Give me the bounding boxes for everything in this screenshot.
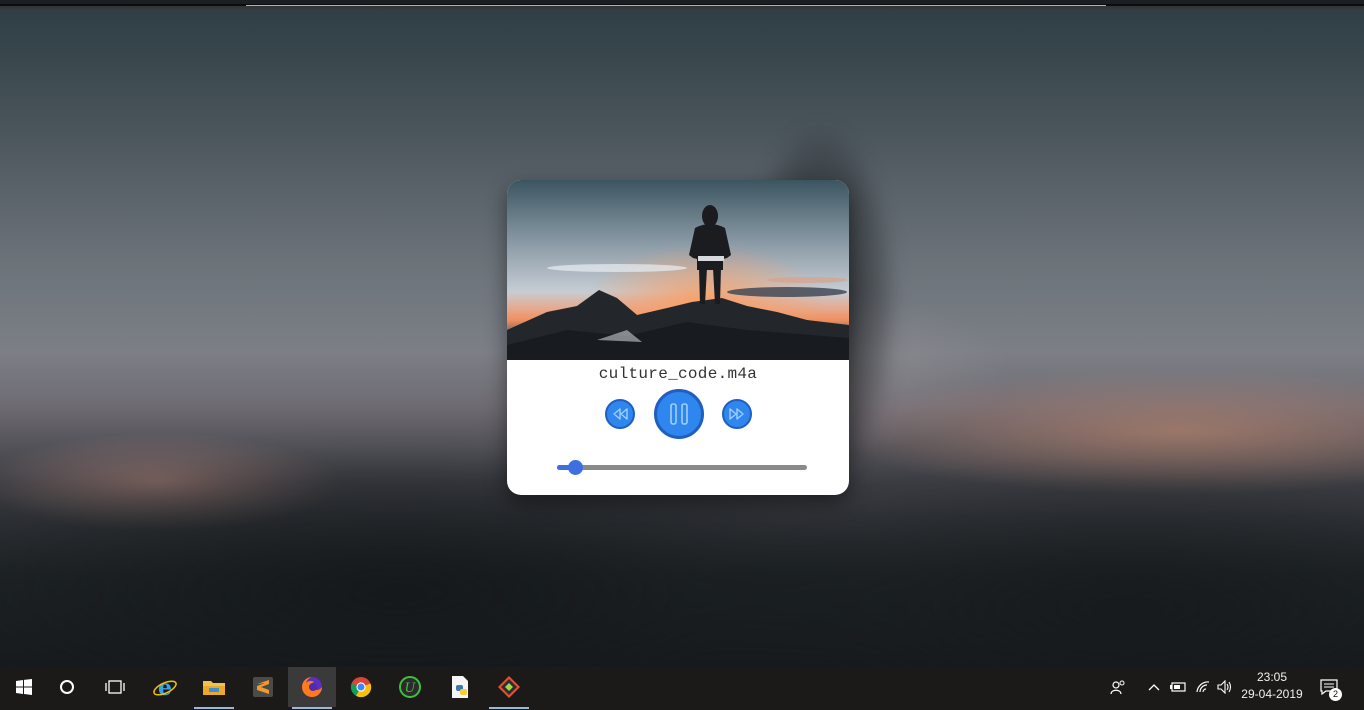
firefox-button[interactable] bbox=[288, 667, 336, 709]
people-icon bbox=[1110, 680, 1125, 695]
svg-text:U: U bbox=[405, 681, 417, 696]
people-button[interactable] bbox=[1106, 667, 1130, 707]
clock-date: 29-04-2019 bbox=[1241, 687, 1303, 701]
battery-icon bbox=[1170, 682, 1186, 692]
task-view-icon bbox=[105, 680, 125, 694]
speaker-icon bbox=[1217, 680, 1232, 694]
album-cover bbox=[507, 180, 849, 360]
internet-explorer-icon: e bbox=[153, 675, 177, 699]
internet-explorer-button[interactable]: e bbox=[141, 667, 189, 707]
folder-icon bbox=[203, 681, 225, 695]
python-file-icon bbox=[452, 676, 468, 698]
sublime-text-icon bbox=[253, 677, 273, 697]
git-button[interactable] bbox=[485, 667, 533, 709]
start-button[interactable] bbox=[0, 667, 48, 707]
rewind-icon bbox=[613, 408, 628, 420]
sublime-text-button[interactable] bbox=[239, 667, 287, 707]
browser-top-strip bbox=[0, 0, 1364, 12]
taskbar-clock[interactable]: 23:05 29-04-2019 bbox=[1236, 669, 1308, 703]
pause-icon bbox=[670, 403, 688, 425]
cortana-circle-icon bbox=[60, 680, 74, 694]
python-file-button[interactable] bbox=[436, 667, 484, 707]
task-view-button[interactable] bbox=[91, 667, 139, 707]
top-highlight-line bbox=[246, 5, 1106, 6]
windows-taskbar: e U 23:05 29-04-2019 bbox=[0, 667, 1364, 710]
git-icon bbox=[498, 676, 520, 698]
show-hidden-icons-button[interactable] bbox=[1144, 667, 1164, 707]
upwork-button[interactable]: U bbox=[386, 667, 434, 707]
chrome-button[interactable] bbox=[337, 667, 385, 707]
notification-count-badge: 2 bbox=[1329, 688, 1342, 701]
progress-thumb[interactable] bbox=[567, 460, 583, 475]
wifi-icon bbox=[1196, 681, 1210, 693]
search-button[interactable] bbox=[43, 667, 91, 707]
action-center-button[interactable] bbox=[1316, 667, 1342, 707]
track-title: culture_code.m4a bbox=[598, 365, 758, 383]
fast-forward-button[interactable] bbox=[722, 399, 752, 429]
chevron-up-icon bbox=[1148, 684, 1160, 691]
fast-forward-icon bbox=[729, 408, 744, 420]
upwork-icon: U bbox=[399, 676, 421, 698]
music-player-card: culture_code.m4a bbox=[507, 180, 849, 495]
file-explorer-button[interactable] bbox=[190, 667, 238, 709]
rewind-button[interactable] bbox=[605, 399, 635, 429]
wifi-button[interactable] bbox=[1192, 667, 1214, 707]
firefox-icon bbox=[302, 677, 322, 697]
volume-button[interactable] bbox=[1214, 667, 1236, 707]
play-pause-button[interactable] bbox=[654, 389, 704, 439]
clock-time: 23:05 bbox=[1256, 670, 1288, 684]
battery-button[interactable] bbox=[1166, 667, 1190, 707]
chrome-icon bbox=[350, 677, 372, 698]
windows-logo-icon bbox=[16, 679, 32, 695]
progress-slider[interactable] bbox=[557, 460, 807, 475]
